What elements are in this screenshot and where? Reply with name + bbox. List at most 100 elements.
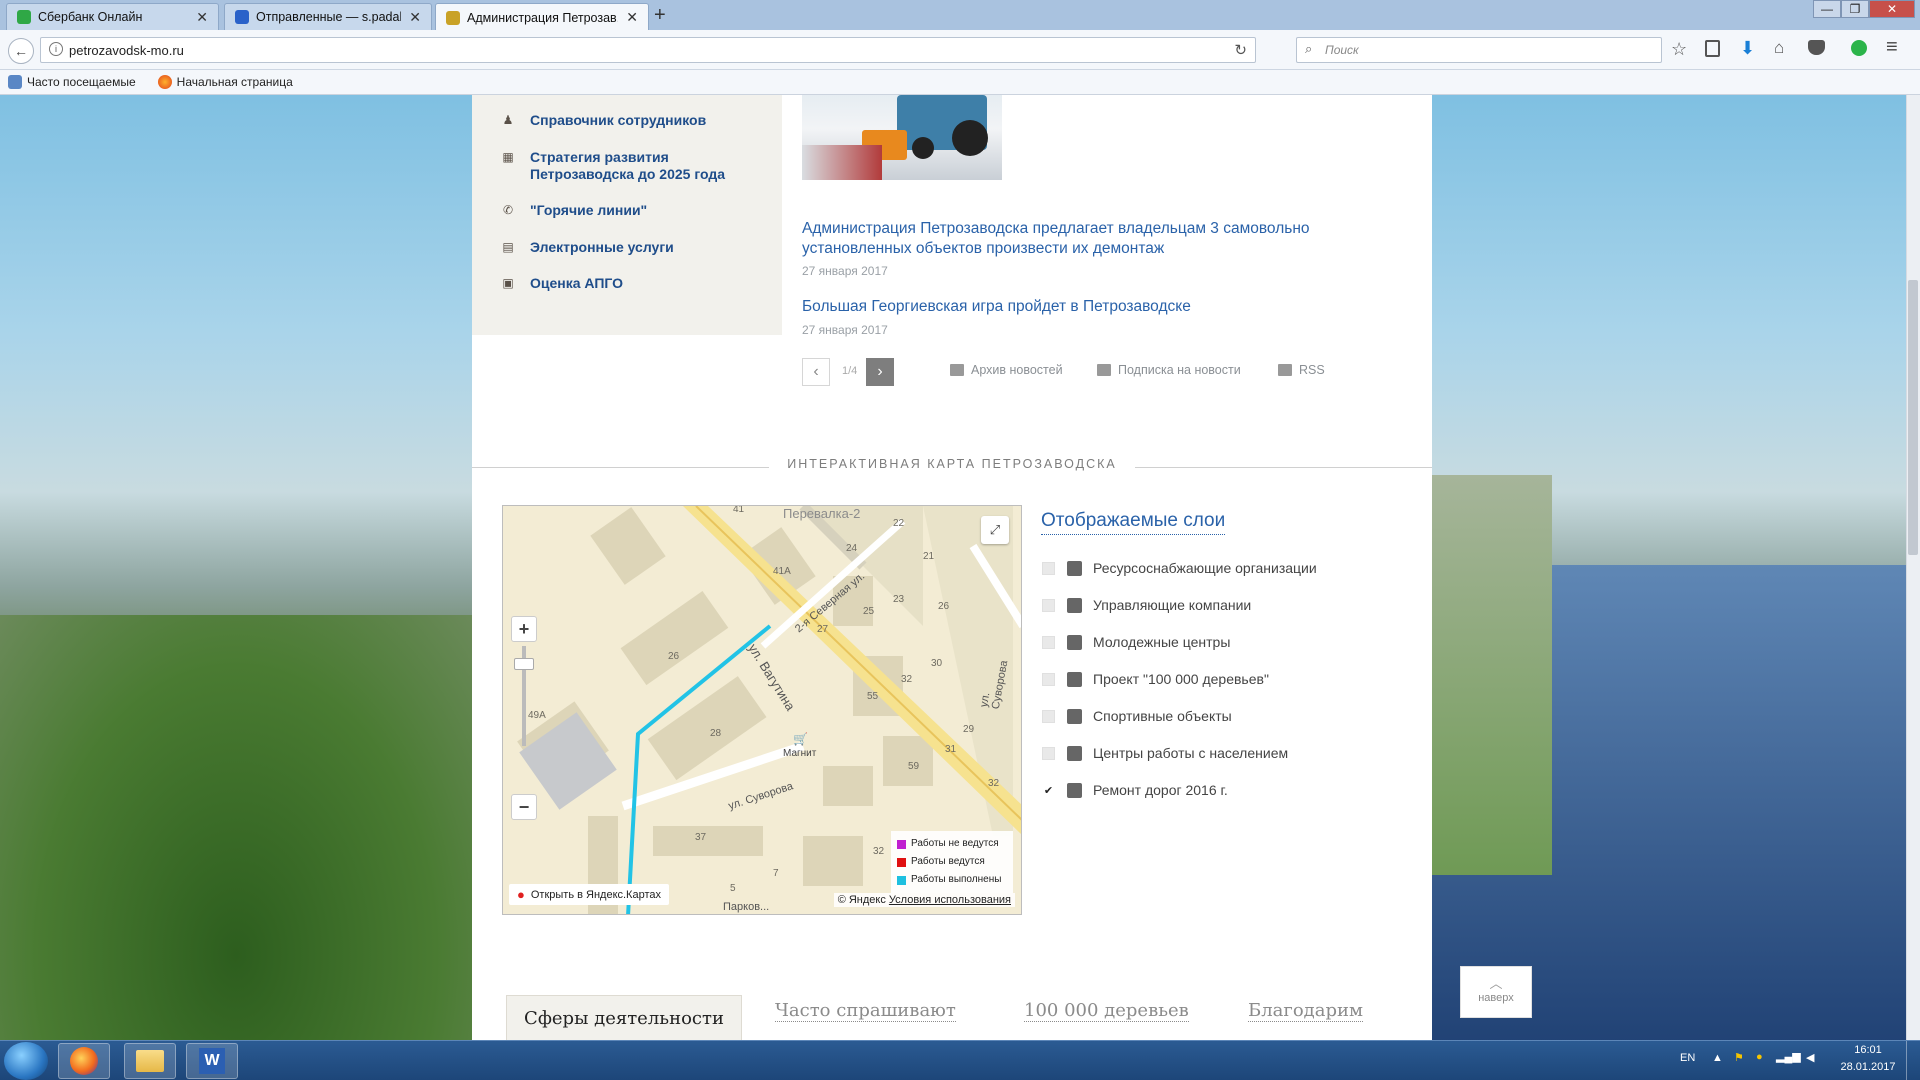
tab-administration[interactable]: Администрация Петрозав... ✕ <box>435 3 649 31</box>
new-tab-button[interactable]: + <box>654 4 666 27</box>
bookmark-most-visited[interactable]: Часто посещаемые <box>8 75 136 89</box>
pager-prev-button[interactable]: ‹ <box>802 358 830 386</box>
start-button[interactable] <box>4 1042 48 1080</box>
url-bar[interactable]: i petrozavodsk-mo.ru ↻ <box>40 37 1256 63</box>
wheel-shape <box>952 120 988 156</box>
close-tab-icon[interactable]: ✕ <box>409 9 421 26</box>
back-button[interactable]: ← <box>8 38 34 64</box>
house-number: 5 <box>730 883 736 894</box>
layer-item[interactable]: Проект "100 000 деревьев" <box>1042 671 1269 687</box>
tray-app-icon[interactable]: ● <box>1756 1051 1763 1063</box>
taskbar-firefox[interactable] <box>58 1043 110 1079</box>
volume-icon[interactable]: ◀ <box>1806 1051 1814 1064</box>
folder-icon <box>136 1050 164 1072</box>
back-to-top-button[interactable]: ︿ наверх <box>1460 966 1532 1018</box>
page-scrollbar[interactable] <box>1906 95 1920 1040</box>
minimize-icon[interactable]: — <box>1813 0 1841 18</box>
tab-sberbank[interactable]: Сбербанк Онлайн ✕ <box>6 3 219 30</box>
snow-spray-shape <box>802 145 882 180</box>
layer-checkbox[interactable] <box>1042 561 1055 575</box>
menu-item-hotlines[interactable]: ✆ "Горячие линии" <box>500 202 647 219</box>
sberbank-favicon-icon <box>17 10 31 24</box>
close-window-icon[interactable]: ✕ <box>1869 0 1915 18</box>
language-indicator[interactable]: EN <box>1680 1052 1695 1064</box>
pocket-icon[interactable] <box>1808 40 1825 55</box>
layer-label: Молодежные центры <box>1093 634 1231 650</box>
rss-link[interactable]: RSS <box>1278 363 1325 377</box>
taskbar-word[interactable]: W <box>186 1043 238 1079</box>
legend-item: Работы выполнены <box>897 871 1007 889</box>
menu-item-strategy[interactable]: ▦ Стратегия развития Петрозаводска до 20… <box>500 149 760 183</box>
site-info-icon[interactable]: i <box>49 42 63 56</box>
layer-checkbox[interactable] <box>1042 672 1055 686</box>
open-in-yandex-label: Открыть в Яндекс.Картах <box>530 888 661 901</box>
bookmark-home-page[interactable]: Начальная страница <box>157 75 293 89</box>
legend-label: Работы выполнены <box>911 874 1002 885</box>
close-tab-icon[interactable]: ✕ <box>626 9 638 26</box>
layer-checkbox[interactable] <box>1042 598 1055 612</box>
news-link[interactable]: Администрация Петрозаводска предлагает в… <box>802 219 1362 259</box>
taskbar-explorer[interactable] <box>124 1043 176 1079</box>
reading-list-icon[interactable] <box>1705 40 1720 57</box>
back-to-top-label: наверх <box>1478 992 1514 1004</box>
scrollbar-thumb[interactable] <box>1908 280 1918 555</box>
clock-date[interactable]: 28.01.2017 <box>1838 1061 1898 1073</box>
layer-label: Ремонт дорог 2016 г. <box>1093 782 1228 798</box>
home-icon[interactable]: ⌂ <box>1774 38 1784 58</box>
zoom-out-button[interactable]: − <box>511 794 537 820</box>
layer-checkbox[interactable] <box>1042 709 1055 723</box>
map-pin-icon: ● <box>517 887 525 902</box>
shore-photo <box>1432 475 1552 875</box>
layer-item[interactable]: Ресурсоснабжающие организации <box>1042 560 1317 576</box>
zoom-slider-handle[interactable] <box>514 658 534 670</box>
mail-favicon-icon <box>235 10 249 24</box>
bookmark-folder-icon <box>8 75 22 89</box>
clock-time[interactable]: 16:01 <box>1840 1044 1896 1056</box>
menu-item-staff-directory[interactable]: ♟ Справочник сотрудников <box>500 112 707 129</box>
pager-next-button[interactable]: › <box>866 358 894 386</box>
layer-item[interactable]: Центры работы с населением <box>1042 745 1288 761</box>
show-desktop-button[interactable] <box>1906 1041 1920 1080</box>
open-in-yandex-link[interactable]: ● Открыть в Яндекс.Картах <box>509 884 669 905</box>
extension-icon[interactable] <box>1851 40 1867 56</box>
tab-thanks[interactable]: Благодарим <box>1248 1000 1363 1022</box>
action-center-icon[interactable]: ⚑ <box>1734 1051 1744 1064</box>
tray-expand-icon[interactable]: ▲ <box>1712 1052 1723 1064</box>
interactive-map[interactable]: Перевалка-2 ул. Вагутина 2-я Северная ул… <box>502 505 1022 915</box>
house-number: 7 <box>773 868 779 879</box>
close-tab-icon[interactable]: ✕ <box>196 9 208 26</box>
layer-checkbox[interactable] <box>1042 746 1055 760</box>
tab-areas-of-activity[interactable]: Сферы деятельности <box>506 995 742 1040</box>
menu-icon[interactable]: ≡ <box>1886 36 1898 59</box>
news-photo[interactable] <box>802 95 1002 180</box>
news-subscribe-link[interactable]: Подписка на новости <box>1097 363 1241 377</box>
search-bar[interactable]: ⌕ Поиск <box>1296 37 1662 63</box>
map-section-title-text: ИНТЕРАКТИВНАЯ КАРТА ПЕТРОЗАВОДСКА <box>769 457 1135 471</box>
legend-swatch <box>897 875 906 885</box>
reload-icon[interactable]: ↻ <box>1234 41 1247 59</box>
house-number: 55 <box>867 691 879 702</box>
menu-item-e-services[interactable]: ▤ Электронные услуги <box>500 239 673 256</box>
fullscreen-icon[interactable]: ⤢ <box>981 516 1009 544</box>
bookmark-star-icon[interactable]: ☆ <box>1671 39 1687 60</box>
tab-strip: Сбербанк Онлайн ✕ Отправленные — s.padal… <box>0 0 1920 31</box>
network-icon[interactable]: ▂▄▆ <box>1776 1050 1801 1063</box>
tab-100000-trees[interactable]: 100 000 деревьев <box>1024 1000 1189 1022</box>
layer-checkbox[interactable] <box>1042 635 1055 649</box>
tab-mail[interactable]: Отправленные — s.padalk... ✕ <box>224 3 432 30</box>
terms-link[interactable]: Условия использования <box>889 894 1011 906</box>
menu-item-rating[interactable]: ▣ Оценка АПГО <box>500 275 623 292</box>
layer-color-icon <box>1067 708 1082 724</box>
zoom-in-button[interactable]: + <box>511 616 537 642</box>
download-icon[interactable]: ⬇ <box>1740 38 1755 59</box>
news-archive-link[interactable]: Архив новостей <box>950 363 1063 377</box>
tab-faq[interactable]: Часто спрашивают <box>775 1000 956 1022</box>
shop-icon[interactable]: 🛒 <box>793 732 808 746</box>
layer-item[interactable]: Управляющие компании <box>1042 597 1251 613</box>
layer-item[interactable]: Молодежные центры <box>1042 634 1230 650</box>
layer-item[interactable]: ✔ Ремонт дорог 2016 г. <box>1042 782 1228 798</box>
layer-item[interactable]: Спортивные объекты <box>1042 708 1232 724</box>
maximize-icon[interactable]: ❐ <box>1841 0 1869 18</box>
news-link[interactable]: Большая Георгиевская игра пройдет в Петр… <box>802 297 1362 317</box>
layer-checkbox[interactable]: ✔ <box>1042 783 1055 797</box>
